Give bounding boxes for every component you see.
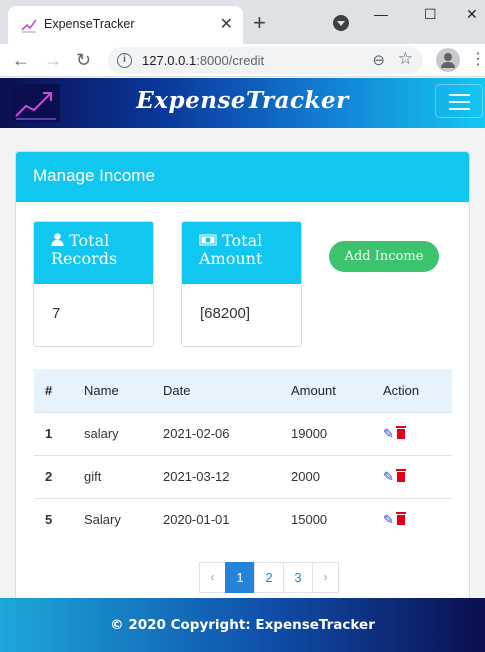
browser-tabstrip: ExpenseTracker ✕ + — ☐ ✕ xyxy=(0,0,485,44)
site-info-icon[interactable]: i xyxy=(117,53,132,68)
browser-toolbar: ← → ↻ i 127.0.0.1:8000/credit ⊖ ☆ ⋮ xyxy=(0,44,485,77)
edit-icon[interactable]: ✎ xyxy=(383,469,394,484)
col-header-name: Name xyxy=(84,382,119,398)
total-records-header: Total Records xyxy=(34,222,153,284)
total-records-label-line1: Total xyxy=(69,231,110,250)
total-records-stat: Total Records 7 xyxy=(33,221,154,347)
app-navbar: ExpenseTracker xyxy=(0,78,485,128)
row-amount: 15000 xyxy=(280,497,372,541)
pagination-prev[interactable]: ‹ xyxy=(199,562,226,593)
row-actions: ✎ xyxy=(372,454,452,498)
col-header-number: # xyxy=(45,382,53,398)
row-name: Salary xyxy=(73,497,152,541)
footer-copyright: © 2020 Copyright: ExpenseTracker xyxy=(0,598,485,652)
reload-icon[interactable]: ↻ xyxy=(76,48,91,72)
col-header-date: Date xyxy=(163,382,191,398)
money-icon xyxy=(199,232,217,250)
income-table: # Name Date Amount Action 1 salary 2021-… xyxy=(34,369,452,541)
window-close-icon[interactable]: ✕ xyxy=(466,6,478,23)
manage-income-card: Manage Income Total Records 7 Total Amou… xyxy=(15,151,470,652)
profile-avatar-icon[interactable] xyxy=(436,48,460,72)
url-host: 127.0.0.1 xyxy=(142,53,197,68)
zoom-icon[interactable]: ⊖ xyxy=(372,51,385,69)
row-date: 2021-02-06 xyxy=(152,411,280,455)
row-actions: ✎ xyxy=(372,411,452,455)
pagination-next[interactable]: › xyxy=(312,562,339,593)
maximize-icon[interactable]: ☐ xyxy=(424,6,437,23)
delete-icon[interactable] xyxy=(395,425,406,439)
edit-icon[interactable]: ✎ xyxy=(383,512,394,527)
col-header-amount: Amount xyxy=(291,382,336,398)
row-name: gift xyxy=(73,454,152,498)
new-tab-icon[interactable]: + xyxy=(253,12,266,34)
browser-tab[interactable]: ExpenseTracker ✕ xyxy=(8,6,243,44)
browser-menu-icon[interactable]: ⋮ xyxy=(470,51,485,69)
delete-icon[interactable] xyxy=(395,468,406,482)
table-header-row: # Name Date Amount Action xyxy=(34,369,452,412)
row-amount: 19000 xyxy=(280,411,372,455)
row-date: 2020-01-01 xyxy=(152,497,280,541)
pagination-page-2[interactable]: 2 xyxy=(254,562,284,593)
row-name: salary xyxy=(73,411,152,455)
total-amount-label-line1: Total xyxy=(222,231,263,250)
col-header-action: Action xyxy=(383,382,420,398)
address-bar[interactable]: i 127.0.0.1:8000/credit ⊖ ☆ xyxy=(108,47,423,74)
minimize-icon[interactable]: — xyxy=(374,6,388,22)
row-id: 2 xyxy=(34,454,73,498)
table-row: 5 Salary 2020-01-01 15000 ✎ xyxy=(34,497,452,541)
tab-title: ExpenseTracker xyxy=(44,17,135,31)
total-records-label-line2: Records xyxy=(51,249,118,268)
menu-toggle-icon[interactable] xyxy=(435,84,483,118)
total-records-value: 7 xyxy=(52,305,61,322)
url-text[interactable]: 127.0.0.1:8000/credit xyxy=(142,53,264,68)
table-row: 2 gift 2021-03-12 2000 ✎ xyxy=(34,454,452,498)
back-icon[interactable]: ← xyxy=(12,48,30,72)
page-content: ExpenseTracker Manage Income Total Recor… xyxy=(0,78,485,652)
row-id: 1 xyxy=(34,411,73,455)
tab-search-icon[interactable] xyxy=(333,15,349,31)
row-id: 5 xyxy=(34,497,73,541)
chart-favicon-icon xyxy=(21,17,37,33)
row-date: 2021-03-12 xyxy=(152,454,280,498)
add-income-button[interactable]: Add Income xyxy=(329,241,439,272)
table-row: 1 salary 2021-02-06 19000 ✎ xyxy=(34,411,452,455)
total-amount-header: Total Amount xyxy=(182,222,301,284)
total-amount-label-line2: Amount xyxy=(199,249,263,268)
total-amount-value: [68200] xyxy=(200,305,251,322)
row-actions: ✎ xyxy=(372,497,452,541)
bookmark-star-icon[interactable]: ☆ xyxy=(398,49,413,69)
user-icon xyxy=(51,232,64,250)
card-title: Manage Income xyxy=(16,152,469,202)
tab-close-icon[interactable]: ✕ xyxy=(220,15,233,35)
row-amount: 2000 xyxy=(280,454,372,498)
total-amount-stat: Total Amount [68200] xyxy=(181,221,302,347)
edit-icon[interactable]: ✎ xyxy=(383,426,394,441)
pagination: ‹ 1 2 3 › xyxy=(199,562,339,593)
delete-icon[interactable] xyxy=(395,511,406,525)
url-path: :8000/credit xyxy=(196,53,265,68)
brand-title[interactable]: ExpenseTracker xyxy=(0,87,485,114)
pagination-page-3[interactable]: 3 xyxy=(283,562,313,593)
pagination-page-1[interactable]: 1 xyxy=(225,562,255,593)
forward-icon[interactable]: → xyxy=(44,48,62,72)
